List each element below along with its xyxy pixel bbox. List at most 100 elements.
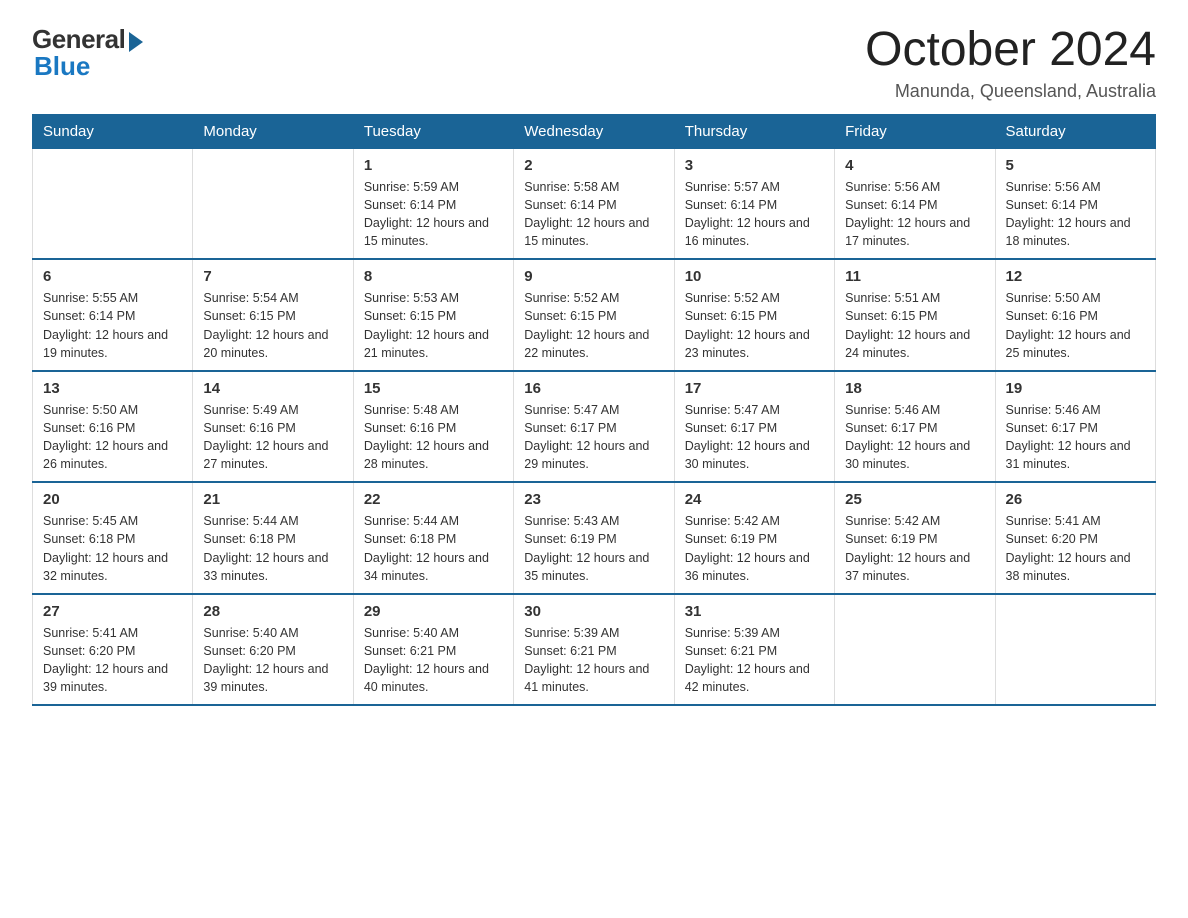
day-number: 6 [43,268,182,285]
calendar-table: SundayMondayTuesdayWednesdayThursdayFrid… [32,114,1156,707]
day-number: 7 [203,268,342,285]
day-number: 24 [685,491,824,508]
calendar-cell: 17Sunrise: 5:47 AMSunset: 6:17 PMDayligh… [674,371,834,483]
day-number: 5 [1006,157,1145,174]
day-number: 28 [203,603,342,620]
day-number: 12 [1006,268,1145,285]
day-info: Sunrise: 5:46 AMSunset: 6:17 PMDaylight:… [845,401,984,474]
calendar-cell: 2Sunrise: 5:58 AMSunset: 6:14 PMDaylight… [514,148,674,259]
calendar-cell [835,594,995,706]
calendar-cell: 18 Sunrise: 5:46 AMSunset: 6:17 PMDayligh… [835,371,995,483]
calendar-cell: 6 Sunrise: 5:55 AMSunset: 6:14 PMDaylight… [33,259,193,371]
calendar-cell: 7Sunrise: 5:54 AMSunset: 6:15 PMDaylight… [193,259,353,371]
calendar-week-row: 13Sunrise: 5:50 AMSunset: 6:16 PMDayligh… [33,371,1156,483]
day-info: Sunrise: 5:48 AMSunset: 6:16 PMDaylight:… [364,401,503,474]
calendar-week-row: 20 Sunrise: 5:45 AMSunset: 6:18 PMDayligh… [33,482,1156,594]
day-info: Sunrise: 5:55 AMSunset: 6:14 PMDaylight:… [43,289,182,362]
day-number: 9 [524,268,663,285]
logo: General Blue [32,24,143,82]
calendar-cell: 15 Sunrise: 5:48 AMSunset: 6:16 PMDayligh… [353,371,513,483]
day-info: Sunrise: 5:43 AMSunset: 6:19 PMDaylight:… [524,512,663,585]
day-number: 23 [524,491,663,508]
day-info: Sunrise: 5:47 AMSunset: 6:17 PMDaylight:… [524,401,663,474]
calendar-cell: 25 Sunrise: 5:42 AMSunset: 6:19 PMDayligh… [835,482,995,594]
day-info: Sunrise: 5:42 AMSunset: 6:19 PMDaylight:… [685,512,824,585]
header: General Blue October 2024 Manunda, Queen… [32,24,1156,102]
calendar-cell: 26Sunrise: 5:41 AMSunset: 6:20 PMDayligh… [995,482,1155,594]
day-info: Sunrise: 5:39 AMSunset: 6:21 PMDaylight:… [524,624,663,697]
page-title: October 2024 [865,24,1156,77]
header-cell-saturday: Saturday [995,114,1155,148]
day-number: 18 [845,380,984,397]
day-info: Sunrise: 5:47 AMSunset: 6:17 PMDaylight:… [685,401,824,474]
day-number: 20 [43,491,182,508]
calendar-cell: 16 Sunrise: 5:47 AMSunset: 6:17 PMDayligh… [514,371,674,483]
day-number: 21 [203,491,342,508]
day-info: Sunrise: 5:42 AMSunset: 6:19 PMDaylight:… [845,512,984,585]
calendar-cell: 4 Sunrise: 5:56 AMSunset: 6:14 PMDaylight… [835,148,995,259]
header-cell-thursday: Thursday [674,114,834,148]
calendar-cell [193,148,353,259]
subtitle: Manunda, Queensland, Australia [865,81,1156,102]
day-number: 14 [203,380,342,397]
calendar-cell: 12Sunrise: 5:50 AMSunset: 6:16 PMDayligh… [995,259,1155,371]
calendar-cell: 14 Sunrise: 5:49 AMSunset: 6:16 PMDayligh… [193,371,353,483]
day-info: Sunrise: 5:57 AMSunset: 6:14 PMDaylight:… [685,178,824,251]
day-number: 22 [364,491,503,508]
day-info: Sunrise: 5:44 AMSunset: 6:18 PMDaylight:… [203,512,342,585]
calendar-cell [995,594,1155,706]
day-info: Sunrise: 5:52 AMSunset: 6:15 PMDaylight:… [685,289,824,362]
calendar-cell: 28 Sunrise: 5:40 AMSunset: 6:20 PMDayligh… [193,594,353,706]
calendar-cell: 24 Sunrise: 5:42 AMSunset: 6:19 PMDayligh… [674,482,834,594]
day-number: 27 [43,603,182,620]
calendar-cell: 23 Sunrise: 5:43 AMSunset: 6:19 PMDayligh… [514,482,674,594]
calendar-cell: 22 Sunrise: 5:44 AMSunset: 6:18 PMDayligh… [353,482,513,594]
day-info: Sunrise: 5:53 AMSunset: 6:15 PMDaylight:… [364,289,503,362]
day-number: 11 [845,268,984,285]
calendar-cell: 21 Sunrise: 5:44 AMSunset: 6:18 PMDayligh… [193,482,353,594]
day-info: Sunrise: 5:51 AMSunset: 6:15 PMDaylight:… [845,289,984,362]
day-number: 13 [43,380,182,397]
header-cell-friday: Friday [835,114,995,148]
calendar-cell: 19 Sunrise: 5:46 AMSunset: 6:17 PMDayligh… [995,371,1155,483]
calendar-cell: 11 Sunrise: 5:51 AMSunset: 6:15 PMDayligh… [835,259,995,371]
day-info: Sunrise: 5:39 AMSunset: 6:21 PMDaylight:… [685,624,824,697]
day-info: Sunrise: 5:44 AMSunset: 6:18 PMDaylight:… [364,512,503,585]
day-info: Sunrise: 5:56 AMSunset: 6:14 PMDaylight:… [845,178,984,251]
day-number: 19 [1006,380,1145,397]
day-number: 4 [845,157,984,174]
day-number: 3 [685,157,824,174]
day-info: Sunrise: 5:49 AMSunset: 6:16 PMDaylight:… [203,401,342,474]
day-number: 8 [364,268,503,285]
calendar-cell: 29Sunrise: 5:40 AMSunset: 6:21 PMDayligh… [353,594,513,706]
calendar-cell: 27 Sunrise: 5:41 AMSunset: 6:20 PMDayligh… [33,594,193,706]
calendar-cell [33,148,193,259]
day-info: Sunrise: 5:52 AMSunset: 6:15 PMDaylight:… [524,289,663,362]
calendar-cell: 30 Sunrise: 5:39 AMSunset: 6:21 PMDayligh… [514,594,674,706]
calendar-cell: 20 Sunrise: 5:45 AMSunset: 6:18 PMDayligh… [33,482,193,594]
header-cell-monday: Monday [193,114,353,148]
calendar-week-row: 27 Sunrise: 5:41 AMSunset: 6:20 PMDayligh… [33,594,1156,706]
day-info: Sunrise: 5:58 AMSunset: 6:14 PMDaylight:… [524,178,663,251]
day-number: 25 [845,491,984,508]
title-section: October 2024 Manunda, Queensland, Austra… [865,24,1156,102]
day-number: 31 [685,603,824,620]
day-info: Sunrise: 5:41 AMSunset: 6:20 PMDaylight:… [43,624,182,697]
day-number: 30 [524,603,663,620]
day-info: Sunrise: 5:40 AMSunset: 6:20 PMDaylight:… [203,624,342,697]
calendar-cell: 10 Sunrise: 5:52 AMSunset: 6:15 PMDayligh… [674,259,834,371]
day-info: Sunrise: 5:59 AMSunset: 6:14 PMDaylight:… [364,178,503,251]
day-info: Sunrise: 5:40 AMSunset: 6:21 PMDaylight:… [364,624,503,697]
day-number: 10 [685,268,824,285]
day-number: 15 [364,380,503,397]
header-cell-wednesday: Wednesday [514,114,674,148]
day-info: Sunrise: 5:56 AMSunset: 6:14 PMDaylight:… [1006,178,1145,251]
logo-arrow-icon [129,32,143,52]
day-info: Sunrise: 5:46 AMSunset: 6:17 PMDaylight:… [1006,401,1145,474]
calendar-week-row: 1Sunrise: 5:59 AMSunset: 6:14 PMDaylight… [33,148,1156,259]
calendar-header-row: SundayMondayTuesdayWednesdayThursdayFrid… [33,114,1156,148]
day-info: Sunrise: 5:41 AMSunset: 6:20 PMDaylight:… [1006,512,1145,585]
day-info: Sunrise: 5:45 AMSunset: 6:18 PMDaylight:… [43,512,182,585]
day-number: 16 [524,380,663,397]
calendar-cell: 1Sunrise: 5:59 AMSunset: 6:14 PMDaylight… [353,148,513,259]
